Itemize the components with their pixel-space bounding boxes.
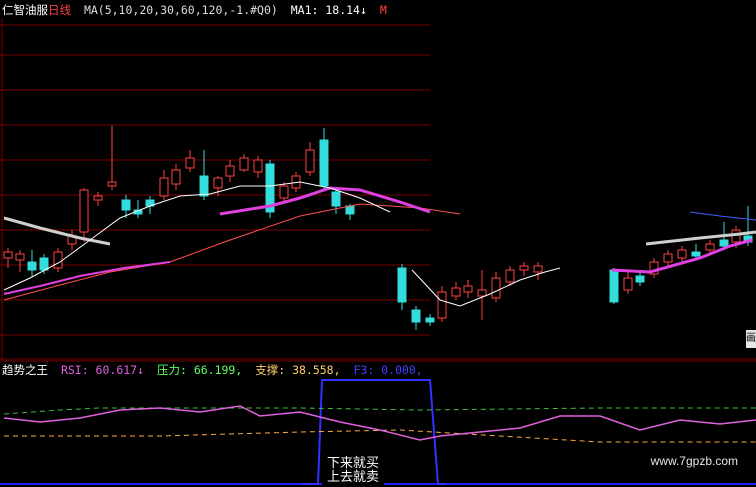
candle-body — [159, 177, 169, 197]
signal-line-1: 下来就买 — [326, 456, 379, 471]
rsi-value: RSI: 60.617↓ — [60, 363, 145, 377]
candle-body — [663, 253, 673, 263]
ma-red-line — [3, 203, 461, 301]
candle-body — [691, 251, 701, 257]
candle-body — [107, 181, 117, 187]
candle-body — [463, 285, 473, 293]
candle-body — [121, 199, 131, 211]
ma-blue-line — [689, 211, 756, 221]
ma-gray-line — [3, 216, 111, 246]
rsi-line — [3, 405, 756, 441]
sub-header: 趋势之王 RSI: 60.617↓ 压力: 66.199, 支撑: 38.558… — [2, 362, 429, 378]
candle-body — [331, 191, 341, 207]
candle-body — [171, 169, 181, 185]
candle-body — [253, 159, 263, 173]
candle-body — [705, 243, 715, 251]
candle-body — [491, 277, 501, 299]
candle-body — [437, 291, 447, 319]
price-chart-panel[interactable]: 仁智油服日线 MA(5,10,20,30,60,120,-1.#Q0) MA1:… — [0, 0, 756, 360]
candle-body — [15, 253, 25, 261]
pressure-value: 压力: 66.199, — [156, 363, 243, 377]
candle-body — [3, 251, 13, 259]
candle-body — [519, 265, 529, 271]
support-value: 支撑: 38.558, — [255, 363, 341, 377]
ma-magenta-line-right — [219, 186, 431, 216]
candle-body — [213, 177, 223, 189]
header-trailing: M — [379, 3, 387, 17]
candle-body — [199, 175, 209, 197]
signal-line-2: 上去就卖 — [326, 470, 379, 485]
candle-body — [623, 277, 633, 291]
candle-body — [677, 249, 687, 259]
f3-value: F3: 0.000, — [353, 363, 423, 377]
watermark: www.7gpzb.com — [642, 451, 746, 471]
candle-body — [397, 267, 407, 303]
candle-body — [319, 139, 329, 187]
candle-body — [345, 205, 355, 215]
candle-body — [505, 269, 515, 283]
candle-body — [719, 239, 729, 247]
indicator-name: 趋势之王 — [2, 363, 48, 377]
candle-body — [93, 195, 103, 201]
side-tab[interactable]: 画 — [746, 330, 756, 348]
stock-name: 仁智油服 — [2, 3, 48, 17]
candle-body — [477, 289, 487, 297]
candle-body — [239, 157, 249, 171]
candle-body — [451, 287, 461, 297]
main-header: 仁智油服日线 MA(5,10,20,30,60,120,-1.#Q0) MA1:… — [2, 2, 393, 18]
price-chart-svg — [0, 18, 756, 360]
ma-params: MA(5,10,20,30,60,120,-1.#Q0) — [83, 3, 278, 17]
candle-body — [185, 157, 195, 169]
candle-body — [225, 165, 235, 177]
candle-body — [609, 269, 619, 303]
candle-body — [39, 257, 49, 271]
candle-body — [27, 261, 37, 271]
candle-body — [305, 149, 315, 173]
buy-sell-signal-label: 下来就买 上去就卖 — [322, 457, 384, 485]
candle-body — [533, 265, 543, 273]
period-label[interactable]: 日线 — [48, 3, 71, 17]
ma1-value: MA1: 18.14↓ — [290, 3, 367, 17]
candle-body — [53, 251, 63, 269]
indicator-panel[interactable]: 趋势之王 RSI: 60.617↓ 压力: 66.199, 支撑: 38.558… — [0, 360, 756, 487]
candle-body — [79, 189, 89, 233]
support-line — [4, 429, 756, 443]
candle-body — [635, 275, 645, 283]
candle-body — [425, 317, 435, 323]
candle-body — [411, 309, 421, 323]
candle-body — [279, 185, 289, 199]
